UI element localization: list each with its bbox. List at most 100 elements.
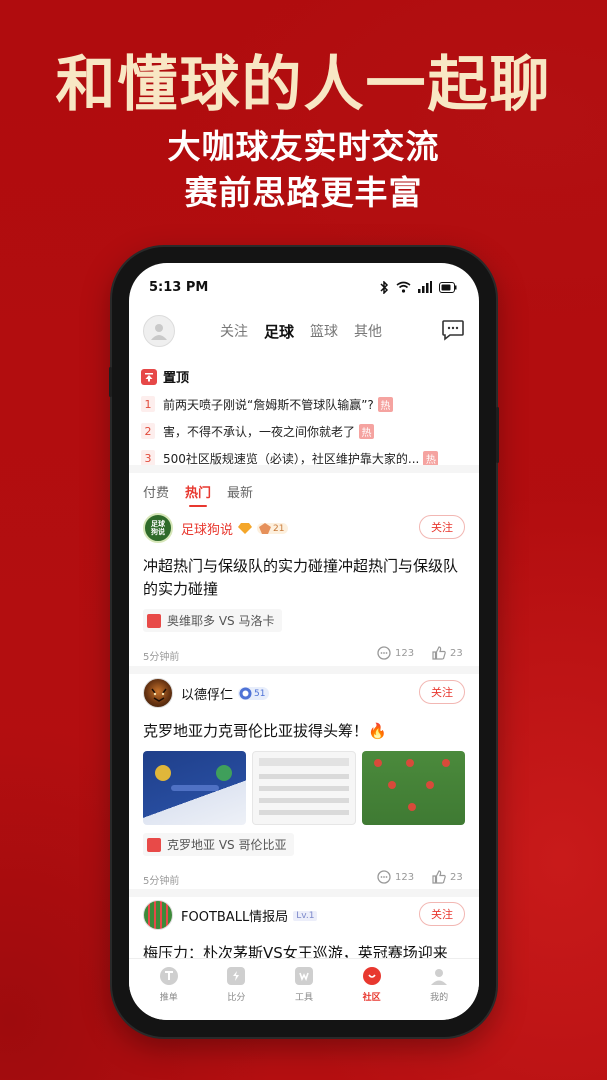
pinned-title: 置顶 xyxy=(163,371,190,386)
team-logo xyxy=(215,765,232,781)
profile-icon xyxy=(430,967,448,985)
post-header: 足球狗说 足球狗说 21 关注 xyxy=(129,513,479,545)
feed-post[interactable]: 足球狗说 足球狗说 21 关注 冲超热门与保级队的实力碰撞冲超热门与保级队的实力… xyxy=(129,513,479,664)
odds-header xyxy=(258,758,350,766)
post-image-match[interactable] xyxy=(143,751,246,825)
status-bar: 5:13 PM xyxy=(129,263,479,311)
match-icon xyxy=(147,613,161,628)
nav-tools[interactable]: 工具 xyxy=(279,959,329,1020)
status-icons xyxy=(380,280,457,294)
feed-post[interactable]: 以德俘仁 51 关注 克罗地亚力克哥伦比亚拔得头筹！🔥 克罗地亚 VS 哥伦比亚… xyxy=(129,678,479,888)
bluetooth-icon xyxy=(380,280,389,294)
odds-row xyxy=(258,786,350,791)
post-time: 5分钟前 xyxy=(143,876,180,887)
avatar-text: 足球狗说 xyxy=(151,520,165,536)
nav-label: 我的 xyxy=(430,993,449,1003)
like-count: 23 xyxy=(450,647,463,659)
comment-stat[interactable]: 123 xyxy=(377,646,414,660)
post-text: 克罗地亚力克哥伦比亚拔得头筹！🔥 xyxy=(143,722,387,740)
like-stat[interactable]: 23 xyxy=(432,646,463,660)
player-marker xyxy=(388,781,397,789)
nav-label: 社区 xyxy=(362,993,381,1003)
post-image-odds[interactable] xyxy=(251,751,357,825)
username[interactable]: 以德俘仁 xyxy=(181,684,233,703)
tiger-avatar-icon xyxy=(151,688,167,702)
tab-paid[interactable]: 付费 xyxy=(143,482,169,501)
comment-icon xyxy=(377,870,391,884)
nav-label: 推单 xyxy=(159,993,178,1003)
battery-icon xyxy=(439,281,457,293)
match-tag[interactable]: 克罗地亚 VS 哥伦比亚 xyxy=(143,833,295,856)
comment-count: 123 xyxy=(395,871,415,883)
pinned-section: 置顶 1 前两天喷子刚说“詹姆斯不管球队输赢”? 热 2 害，不得不承认，一夜之… xyxy=(141,367,467,467)
follow-button[interactable]: 关注 xyxy=(419,902,465,926)
feed-post[interactable]: FOOTBALL情报局 Lv.1 关注 梅压力：朴次茅斯VS女王巡游，英冠赛场迎… xyxy=(129,900,479,965)
nav-label: 比分 xyxy=(227,993,246,1003)
promo-subtitle-1: 大咖球友实时交流 xyxy=(167,127,440,166)
tab-latest[interactable]: 最新 xyxy=(227,482,253,501)
user-avatar[interactable]: 足球狗说 xyxy=(143,513,173,543)
username[interactable]: FOOTBALL情报局 xyxy=(181,906,288,925)
post-user: 足球狗说 21 xyxy=(181,519,289,538)
score-icon xyxy=(227,967,246,985)
follow-button[interactable]: 关注 xyxy=(419,515,465,539)
follow-button[interactable]: 关注 xyxy=(419,680,465,704)
like-count: 23 xyxy=(450,871,463,883)
pinned-item[interactable]: 2 害，不得不承认，一夜之间你就老了 热 xyxy=(141,422,467,440)
nav-score[interactable]: 比分 xyxy=(211,959,261,1020)
match-name: 奥维耶多 VS 马洛卡 xyxy=(167,614,275,628)
user-avatar[interactable] xyxy=(143,678,173,708)
hot-badge: 热 xyxy=(359,423,375,439)
tab-football[interactable]: 足球 xyxy=(264,321,294,342)
promo-subtitle-2: 赛前思路更丰富 xyxy=(184,173,423,212)
tuidan-icon xyxy=(159,967,178,985)
level-number: 51 xyxy=(254,688,266,699)
user-icon xyxy=(151,324,167,340)
my-avatar[interactable] xyxy=(143,315,175,347)
pin-icon xyxy=(141,368,157,385)
post-image-lineup[interactable] xyxy=(362,751,466,825)
nav-tuidan[interactable]: 推单 xyxy=(144,959,194,1020)
nav-community[interactable]: 社区 xyxy=(347,959,397,1020)
match-icon xyxy=(147,837,161,852)
pinned-rank: 3 xyxy=(141,450,155,466)
message-icon[interactable] xyxy=(441,319,465,341)
user-avatar[interactable] xyxy=(143,900,173,930)
player-marker xyxy=(374,759,383,767)
like-stat[interactable]: 23 xyxy=(432,870,463,884)
pinned-text: 害，不得不承认，一夜之间你就老了 xyxy=(163,424,356,439)
post-user: 以德俘仁 51 xyxy=(181,684,270,703)
comment-stat[interactable]: 123 xyxy=(377,870,414,884)
pinned-text: 500社区版规速览（必读），社区维护靠大家的... xyxy=(163,451,420,466)
nav-profile[interactable]: 我的 xyxy=(414,959,464,1020)
post-divider xyxy=(129,889,479,897)
match-tag[interactable]: 奥维耶多 VS 马洛卡 xyxy=(143,609,283,632)
hot-badge: 热 xyxy=(377,396,393,412)
category-tabs: 关注 足球 篮球 其他 xyxy=(220,321,382,342)
username[interactable]: 足球狗说 xyxy=(181,519,233,538)
status-time: 5:13 PM xyxy=(149,279,209,295)
app-screen: 5:13 PM 关注 足球 篮球 其他 置顶 1 前两天喷子刚说“詹姆斯不管球队… xyxy=(129,263,479,1020)
tab-basketball[interactable]: 篮球 xyxy=(310,321,338,342)
tab-hot[interactable]: 热门 xyxy=(185,482,211,507)
tab-following[interactable]: 关注 xyxy=(220,321,248,342)
score-bar xyxy=(171,785,219,791)
post-header: 以德俘仁 51 关注 xyxy=(129,678,479,710)
comment-count: 123 xyxy=(395,647,415,659)
level-icon xyxy=(259,523,272,534)
power-button xyxy=(496,407,499,463)
thumbs-up-icon xyxy=(432,646,446,660)
pinned-rank: 2 xyxy=(141,423,155,439)
top-nav: 关注 足球 篮球 其他 xyxy=(129,315,479,351)
hot-badge: 热 xyxy=(423,450,439,466)
odds-row xyxy=(258,798,350,803)
community-icon xyxy=(362,967,381,985)
comment-icon xyxy=(377,646,391,660)
post-user: FOOTBALL情报局 Lv.1 xyxy=(181,906,318,925)
signal-icon xyxy=(418,281,432,293)
tab-other[interactable]: 其他 xyxy=(354,321,382,342)
nav-label: 工具 xyxy=(294,993,313,1003)
pinned-item[interactable]: 1 前两天喷子刚说“詹姆斯不管球队输赢”? 热 xyxy=(141,395,467,413)
bottom-nav: 推单 比分 工具 社区 我的 xyxy=(129,958,479,1020)
tools-icon xyxy=(294,967,313,985)
